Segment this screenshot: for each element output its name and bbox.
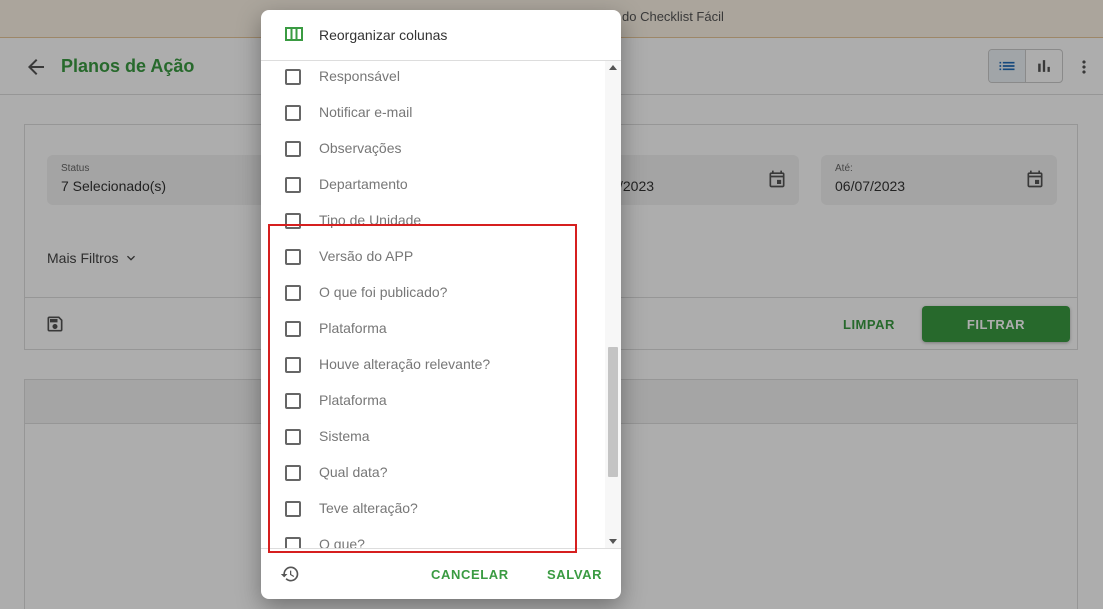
dialog-footer: CANCELAR SALVAR (261, 548, 621, 599)
scroll-up-arrow-icon[interactable] (609, 65, 617, 70)
checkbox[interactable] (285, 537, 301, 548)
column-label: Observações (319, 140, 402, 156)
column-item[interactable]: Responsável (261, 61, 605, 95)
column-label: Notificar e-mail (319, 104, 413, 120)
cancel-button[interactable]: CANCELAR (431, 567, 509, 582)
checkbox[interactable] (285, 249, 301, 265)
checkbox[interactable] (285, 321, 301, 337)
column-item[interactable]: Sistema (261, 419, 605, 455)
checkbox[interactable] (285, 501, 301, 517)
checkbox[interactable] (285, 69, 301, 85)
column-item[interactable]: Houve alteração relevante? (261, 347, 605, 383)
column-item[interactable]: Notificar e-mail (261, 95, 605, 131)
column-item[interactable]: Versão do APP (261, 239, 605, 275)
column-item[interactable]: O que? (261, 527, 605, 548)
column-list: Responsável Notificar e-mail Observações… (261, 61, 605, 548)
scrollbar-thumb[interactable] (608, 347, 618, 477)
column-item[interactable]: Teve alteração? (261, 491, 605, 527)
column-list-scrollbar[interactable] (605, 61, 621, 548)
checkbox[interactable] (285, 465, 301, 481)
column-label: O que? (319, 536, 365, 548)
column-item[interactable]: Qual data? (261, 455, 605, 491)
checkbox[interactable] (285, 357, 301, 373)
column-label: Plataforma (319, 392, 387, 408)
column-item[interactable]: Departamento (261, 167, 605, 203)
save-button[interactable]: SALVAR (547, 567, 602, 582)
reorganize-columns-dialog: Reorganizar colunas Responsável Notifica… (261, 10, 621, 599)
column-label: Houve alteração relevante? (319, 356, 491, 372)
column-label: Teve alteração? (319, 500, 418, 516)
column-label: Sistema (319, 428, 370, 444)
scroll-down-arrow-icon[interactable] (609, 539, 617, 544)
column-label: Tipo de Unidade (319, 212, 422, 228)
column-item[interactable]: O que foi publicado? (261, 275, 605, 311)
checkbox[interactable] (285, 213, 301, 229)
checkbox[interactable] (285, 105, 301, 121)
column-label: Responsável (319, 68, 400, 84)
column-item[interactable]: Observações (261, 131, 605, 167)
checkbox[interactable] (285, 429, 301, 445)
column-label: Versão do APP (319, 248, 414, 264)
checkbox[interactable] (285, 285, 301, 301)
checkbox[interactable] (285, 177, 301, 193)
column-item[interactable]: Tipo de Unidade (261, 203, 605, 239)
checkbox[interactable] (285, 141, 301, 157)
column-label: Qual data? (319, 464, 388, 480)
history-icon[interactable] (280, 564, 300, 584)
column-label: O que foi publicado? (319, 284, 448, 300)
column-label: Departamento (319, 176, 408, 192)
column-label: Plataforma (319, 320, 387, 336)
column-item[interactable]: Plataforma (261, 311, 605, 347)
column-item[interactable]: Plataforma (261, 383, 605, 419)
checkbox[interactable] (285, 393, 301, 409)
dialog-title: Reorganizar colunas (319, 27, 448, 43)
view-column-icon (285, 27, 303, 41)
dialog-header: Reorganizar colunas (261, 10, 621, 61)
